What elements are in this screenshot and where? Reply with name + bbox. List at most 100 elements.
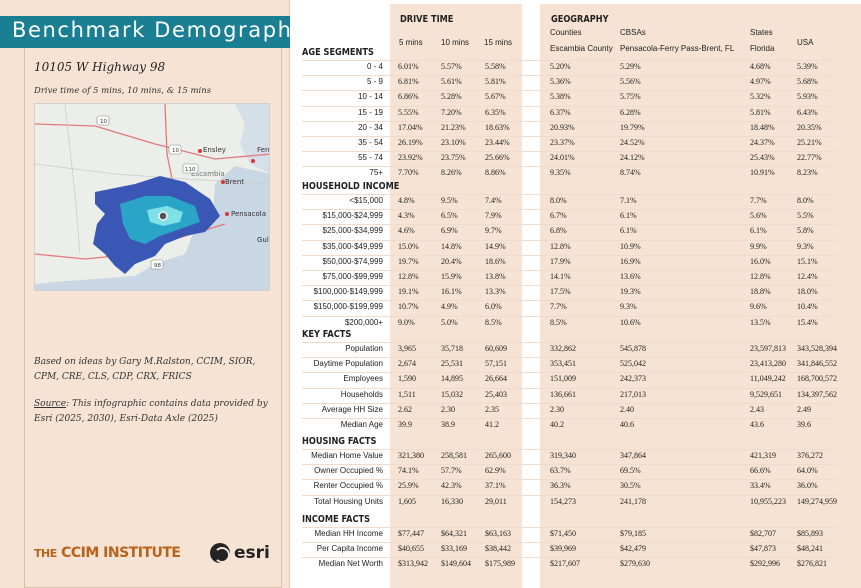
row-value: 6.7% bbox=[550, 211, 567, 221]
row-value: 22.77% bbox=[797, 153, 822, 163]
row-value: 242,373 bbox=[620, 374, 646, 384]
row-value: 15.1% bbox=[797, 256, 818, 266]
row-value: 5.38% bbox=[550, 92, 571, 102]
row-value: 36.3% bbox=[550, 481, 571, 491]
row-value: 19.7% bbox=[398, 256, 419, 266]
page-title: Benchmark Demographics bbox=[12, 18, 326, 42]
row-label: Total Housing Units bbox=[314, 496, 383, 506]
row-value: 2.30 bbox=[550, 404, 564, 414]
table-row: 0 - 4 6.01% 5.57% 5.58% 5.20% 5.29% 4.68% 5.39% bbox=[300, 60, 845, 75]
row-value: 6.9% bbox=[441, 226, 458, 236]
row-value: 20.35% bbox=[797, 122, 822, 132]
row-value: 16.0% bbox=[750, 256, 771, 266]
row-value: 23.37% bbox=[550, 138, 575, 147]
row-value: 5.75% bbox=[620, 92, 641, 102]
row-value: 19.1% bbox=[398, 287, 419, 297]
row-value: 57.7% bbox=[441, 466, 462, 476]
table-row: Per Capita Income $40,655 $33,169 $38,442 $3… bbox=[300, 542, 845, 557]
row-label: Per Capita Income bbox=[316, 544, 383, 554]
row-value: 8.5% bbox=[485, 317, 502, 327]
row-value: $82,707 bbox=[750, 529, 776, 538]
row-value: 14.9% bbox=[485, 241, 506, 251]
row-value: 9.9% bbox=[750, 241, 767, 251]
table-row: 55 - 74 23.92% 23.75% 25.66% 24.01% 24.12% 25.… bbox=[300, 151, 845, 166]
row-value: 18.6% bbox=[485, 256, 506, 266]
row-value: 9.7% bbox=[485, 226, 502, 236]
row-value: 2.49 bbox=[797, 404, 811, 414]
row-value: 40.2 bbox=[550, 420, 564, 429]
row-value: 7.1% bbox=[620, 196, 637, 205]
table-row: Median Home Value 321,380 258,581 265,600 31… bbox=[300, 449, 845, 464]
row-label: Median Home Value bbox=[311, 451, 383, 460]
row-value: 24.12% bbox=[620, 153, 645, 163]
row-label: Average HH Size bbox=[321, 404, 383, 414]
drive-time-description: Drive time of 5 mins, 10 mins, & 15 mins bbox=[34, 86, 212, 96]
table-row: $200,000+ 9.0% 5.0% 8.5% 8.5% 10.6% 13.5% 15.4% bbox=[300, 316, 845, 331]
geo-type-2: States bbox=[750, 28, 773, 37]
row-value: 15.4% bbox=[797, 317, 818, 327]
row-value: $47,873 bbox=[750, 544, 776, 554]
row-value: 5.0% bbox=[441, 317, 458, 327]
row-value: 154,273 bbox=[550, 496, 576, 506]
row-value: $77,447 bbox=[398, 529, 424, 538]
drive-time-map[interactable]: Ensley Ferry Escambia Brent Pensacola Gu… bbox=[34, 103, 270, 291]
section-title: HOUSING FACTS bbox=[302, 436, 377, 447]
row-label: 10 - 14 bbox=[358, 92, 383, 102]
row-value: $279,630 bbox=[620, 559, 650, 569]
row-value: 10.91% bbox=[750, 168, 775, 178]
row-value: 16,330 bbox=[441, 496, 463, 506]
row-value: 12.8% bbox=[750, 272, 771, 281]
row-value: 5.56% bbox=[620, 77, 641, 87]
row-label: Owner Occupied % bbox=[314, 466, 383, 476]
row-value: 319,340 bbox=[550, 451, 576, 460]
row-value: 134,397,562 bbox=[797, 389, 837, 399]
drive-time-col-2: 15 mins bbox=[484, 38, 513, 47]
row-value: $33,169 bbox=[441, 544, 467, 554]
row-value: 20.4% bbox=[441, 256, 462, 266]
row-value: 258,581 bbox=[441, 451, 467, 460]
row-value: 8.5% bbox=[550, 317, 567, 327]
row-value: 5.58% bbox=[485, 62, 506, 71]
row-value: 16.1% bbox=[441, 287, 462, 297]
row-value: 33.4% bbox=[750, 481, 771, 491]
row-value: 347,864 bbox=[620, 451, 646, 460]
row-value: $79,185 bbox=[620, 529, 646, 538]
row-value: 18.8% bbox=[750, 287, 771, 297]
table-row: Median HH Income $77,447 $64,321 $63,163 $71… bbox=[300, 527, 845, 542]
row-value: 241,178 bbox=[620, 496, 646, 506]
drive-time-header: DRIVE TIME bbox=[400, 14, 454, 25]
row-value: 23,413,280 bbox=[750, 359, 786, 369]
row-value: 217,013 bbox=[620, 389, 646, 399]
row-value: 8.23% bbox=[797, 168, 818, 178]
row-value: 9,529,651 bbox=[750, 389, 782, 399]
row-value: 18.48% bbox=[750, 122, 775, 132]
row-value: 376,272 bbox=[797, 451, 823, 460]
section-title: INCOME FACTS bbox=[302, 514, 371, 525]
ccim-logo-prefix: THE bbox=[34, 547, 57, 560]
map-label-ensley: Ensley bbox=[203, 146, 226, 154]
ccim-institute-logo: THE CCIM INSTITUTE bbox=[34, 545, 181, 561]
row-value: 9.0% bbox=[398, 317, 415, 327]
row-value: 6.1% bbox=[620, 226, 637, 236]
row-value: 9.3% bbox=[797, 241, 814, 251]
row-value: 24.37% bbox=[750, 138, 775, 147]
row-label: $50,000-$74,999 bbox=[322, 256, 384, 266]
row-value: 5.29% bbox=[620, 62, 641, 71]
map-label-ferry: Ferry bbox=[257, 146, 270, 154]
row-label: Median HH Income bbox=[314, 529, 383, 538]
row-value: 9.6% bbox=[750, 302, 767, 312]
row-value: 10.9% bbox=[620, 241, 641, 251]
row-value: 8.0% bbox=[797, 196, 814, 205]
geo-type-1: CBSAs bbox=[620, 28, 646, 37]
road-shield-10-label: 10 bbox=[100, 119, 107, 125]
table-row: 75+ 7.70% 8.26% 8.86% 9.35% 8.74% 10.91% 8.23% bbox=[300, 166, 845, 181]
row-value: $313,942 bbox=[398, 559, 428, 569]
row-label: Population bbox=[345, 344, 383, 353]
row-value: 20.93% bbox=[550, 122, 575, 132]
row-value: 332,862 bbox=[550, 344, 576, 353]
row-value: 10.6% bbox=[620, 317, 641, 327]
row-value: 4.68% bbox=[750, 62, 771, 71]
row-label: $200,000+ bbox=[344, 317, 383, 327]
geo-name-2: Florida bbox=[750, 44, 775, 53]
row-value: 14.8% bbox=[441, 241, 462, 251]
